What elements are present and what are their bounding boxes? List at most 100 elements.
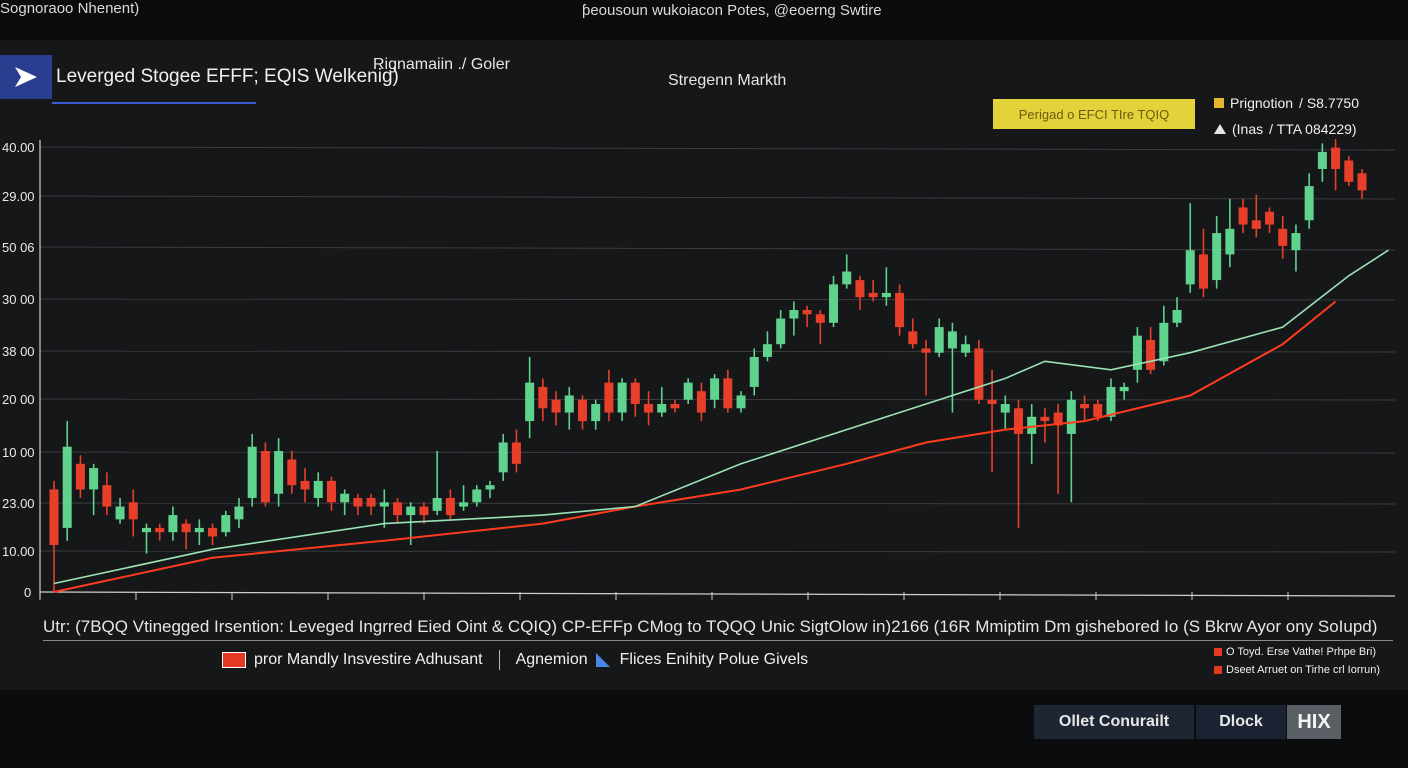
candle-body <box>1080 404 1090 409</box>
candle-body <box>776 318 786 345</box>
candle-body <box>1000 404 1010 413</box>
grid-line <box>39 298 1396 301</box>
grid-line <box>39 146 1396 151</box>
candle-body <box>472 489 482 503</box>
candle-body <box>908 331 918 345</box>
outlet-button[interactable]: Ollet Conurailt <box>1034 705 1194 739</box>
dlock-button[interactable]: Dlock <box>1196 705 1286 739</box>
candle-body <box>1331 147 1341 169</box>
candle-body <box>313 480 323 498</box>
small-legend-2: Dseet Arruet on Tirhe crl Iorrun) <box>1226 664 1381 676</box>
y-tick-label: 38 00 <box>2 344 35 359</box>
candle-body <box>1357 173 1367 191</box>
red-moving-average-line <box>53 300 1337 593</box>
y-tick-label: 30 00 <box>2 292 35 307</box>
y-tick-label: 10.00 <box>2 544 35 559</box>
candle-body <box>736 395 746 409</box>
candle-body <box>710 378 720 400</box>
candle-body <box>1198 254 1208 289</box>
candle-body <box>895 292 905 328</box>
candle-body <box>630 382 640 404</box>
candle-body <box>749 357 759 387</box>
candle-body <box>1265 211 1275 225</box>
candle-body <box>406 506 416 516</box>
candle-body <box>538 386 548 409</box>
y-tick-label: 50 06 <box>2 240 35 255</box>
candle-body <box>657 404 667 413</box>
candle-body <box>141 527 151 533</box>
grid-line <box>39 246 1396 251</box>
candle-body <box>194 527 204 533</box>
candle-body <box>815 314 825 323</box>
grid-line <box>39 451 1396 454</box>
candle-body <box>445 498 455 516</box>
candle-body <box>617 382 627 413</box>
candle-body <box>1093 404 1103 417</box>
candle-body <box>366 498 376 507</box>
hix-button[interactable]: HIX <box>1287 705 1341 739</box>
candle-body <box>1146 339 1156 370</box>
candle-body <box>868 292 878 298</box>
candle-body <box>1027 416 1037 434</box>
candle-body <box>1317 151 1327 169</box>
candle-body <box>300 480 310 490</box>
candle-body <box>762 344 772 357</box>
y-tick-label: 29.00 <box>2 189 35 204</box>
candle-body <box>670 404 680 409</box>
legend-item-1: pror Mandly Insvestire Adhusant <box>254 651 483 668</box>
candle-body <box>75 463 85 490</box>
candle-body <box>89 468 99 490</box>
candle-body <box>485 485 495 490</box>
candle-body <box>525 382 535 422</box>
candle-body <box>128 502 138 520</box>
candle-body <box>881 292 891 298</box>
candle-body <box>723 378 733 409</box>
candle-body <box>961 344 971 353</box>
candle-body <box>1291 233 1301 251</box>
candle-body <box>987 399 997 404</box>
candle-body <box>102 485 112 507</box>
candle-body <box>1013 408 1023 434</box>
candle-body <box>168 515 178 533</box>
y-tick-label: 10 00 <box>2 445 35 460</box>
candle-body <box>1066 399 1076 434</box>
y-tick-label: 23.00 <box>2 496 35 511</box>
candle-body <box>62 446 72 528</box>
small-legend-row-1: O Toyd. Erse Vathe! Prhpe Bri) <box>1214 646 1376 658</box>
y-tick-label: 0 <box>24 585 31 600</box>
candle-body <box>274 451 284 494</box>
candle-body <box>234 506 244 520</box>
candle-body <box>947 331 957 349</box>
candle-body <box>1278 228 1288 246</box>
candle-body <box>181 523 191 533</box>
small-legend-row-2: Dseet Arruet on Tirhe crl Iorrun) <box>1214 664 1380 676</box>
candle-body <box>379 502 389 507</box>
legend-red-square-icon <box>222 652 246 668</box>
candle-body <box>1172 310 1182 323</box>
candle-body <box>498 442 508 473</box>
candle-body <box>287 459 297 486</box>
grid-line <box>39 502 1396 505</box>
candle-body <box>842 271 852 285</box>
candle-body <box>564 395 574 413</box>
red-square-icon <box>1214 648 1222 656</box>
candle-body <box>459 502 469 507</box>
candle-body <box>855 280 865 298</box>
legend-divider <box>498 650 500 670</box>
candle-body <box>1304 186 1314 221</box>
candle-body <box>419 506 429 516</box>
candle-body <box>551 399 561 413</box>
candle-body <box>155 527 165 533</box>
candle-body <box>326 480 336 503</box>
candle-body <box>789 310 799 319</box>
candle-body <box>577 399 587 422</box>
candle-body <box>1212 233 1222 281</box>
candle-body <box>511 442 521 464</box>
candle-body <box>604 382 614 413</box>
candle-body <box>829 284 839 323</box>
candle-body <box>247 446 257 498</box>
legend-item-3: Flices Enihity Polue Givels <box>619 651 809 668</box>
candle-body <box>1159 322 1169 362</box>
candle-body <box>683 382 693 400</box>
candle-body <box>340 493 350 503</box>
